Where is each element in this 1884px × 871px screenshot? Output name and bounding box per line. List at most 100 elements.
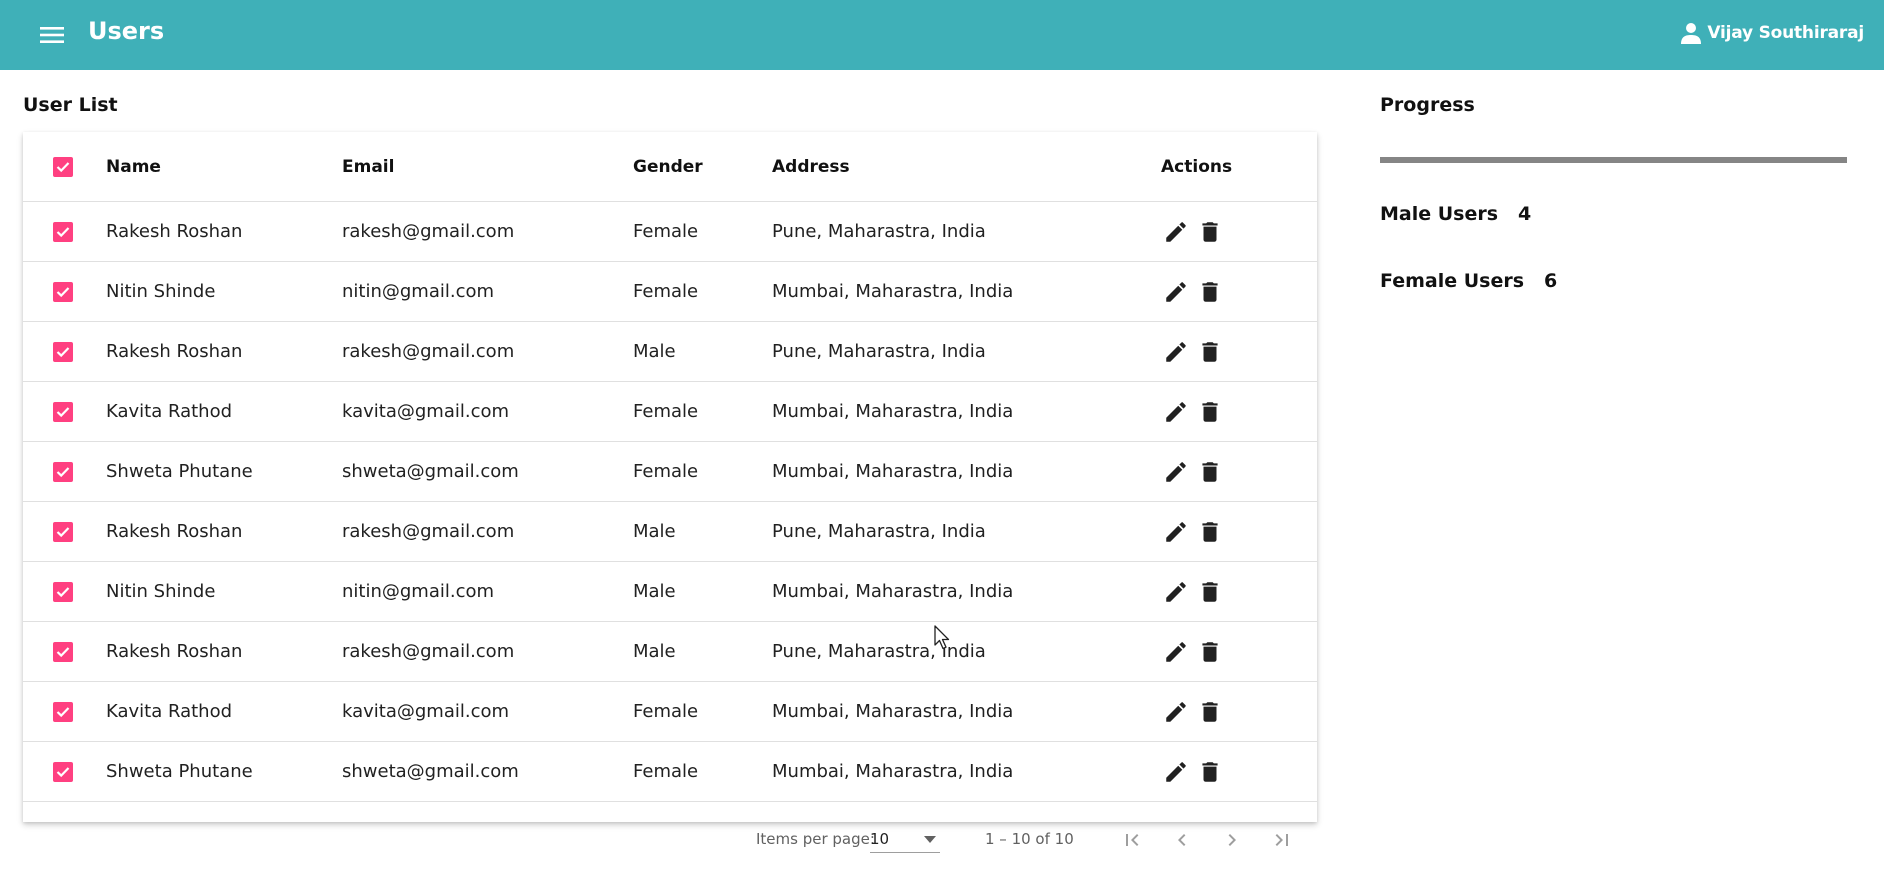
edit-button[interactable] [1161,337,1191,367]
cell-email: nitin@gmail.com [342,281,495,302]
cell-gender: Female [633,221,699,242]
cell-gender: Male [633,521,676,542]
check-icon [56,586,70,597]
cell-address: Pune, Maharastra, India [772,341,986,362]
row-checkbox[interactable] [53,701,73,722]
check-icon [56,286,70,297]
row-checkbox[interactable] [53,461,73,482]
table-row: Rakesh Roshan rakesh@gmail.com Female Pu… [23,202,1317,262]
check-icon [56,706,70,717]
page-range-label: 1 – 10 of 10 [985,830,1074,848]
progress-bar [1380,157,1847,163]
table-row: Shweta Phutane shweta@gmail.com Female M… [23,442,1317,502]
check-icon [56,766,70,777]
edit-button[interactable] [1161,457,1191,487]
cell-address: Mumbai, Maharastra, India [772,461,1014,482]
delete-button[interactable] [1195,397,1225,427]
table-header-row: Name Email Gender Address Actions [23,132,1317,202]
delete-button[interactable] [1195,757,1225,787]
check-icon [56,161,70,172]
check-icon [56,526,70,537]
cell-gender: Male [633,641,676,662]
table-row: Rakesh Roshan rakesh@gmail.com Male Pune… [23,622,1317,682]
cell-name: Shweta Phutane [106,461,253,482]
table-row: Rakesh Roshan rakesh@gmail.com Male Pune… [23,502,1317,562]
chevron-right-icon [1228,834,1236,846]
cell-gender: Female [633,401,699,422]
next-page-button[interactable] [1216,824,1248,856]
edit-button[interactable] [1161,637,1191,667]
last-page-button[interactable] [1266,824,1298,856]
delete-button[interactable] [1195,577,1225,607]
table-row: Kavita Rathod kavita@gmail.com Female Mu… [23,682,1317,742]
check-icon [56,466,70,477]
column-header-address[interactable]: Address [772,132,850,201]
delete-button[interactable] [1195,637,1225,667]
row-checkbox[interactable] [53,221,73,242]
row-checkbox[interactable] [53,581,73,602]
delete-button[interactable] [1195,517,1225,547]
trash-icon [1202,641,1218,662]
edit-button[interactable] [1161,577,1191,607]
check-icon [56,226,70,237]
edit-button[interactable] [1161,217,1191,247]
trash-icon [1202,701,1218,722]
female-users-count: 6 [1544,270,1558,292]
first-page-button[interactable] [1116,824,1148,856]
cell-address: Mumbai, Maharastra, India [772,281,1014,302]
cell-email: shweta@gmail.com [342,761,519,782]
pencil-icon [1166,761,1186,782]
cell-name: Kavita Rathod [106,401,233,422]
row-checkbox[interactable] [53,641,73,662]
pencil-icon [1166,401,1186,422]
row-checkbox[interactable] [53,401,73,422]
trash-icon [1202,341,1218,362]
user-menu[interactable]: Vijay Southiraraj [1679,18,1864,48]
cell-address: Pune, Maharastra, India [772,221,986,242]
mouse-cursor-icon [934,625,950,650]
cell-name: Nitin Shinde [106,281,216,302]
delete-button[interactable] [1195,337,1225,367]
cell-gender: Female [633,281,699,302]
select-all-checkbox[interactable] [53,156,73,177]
table-row: Nitin Shinde nitin@gmail.com Male Mumbai… [23,562,1317,622]
edit-button[interactable] [1161,397,1191,427]
column-header-name[interactable]: Name [106,132,161,201]
items-per-page-select[interactable]: 10 [870,827,940,853]
table-row: Kavita Rathod kavita@gmail.com Female Mu… [23,382,1317,442]
pencil-icon [1166,461,1186,482]
trash-icon [1202,281,1218,302]
items-per-page-label: Items per page: [756,830,875,848]
edit-button[interactable] [1161,697,1191,727]
chevron-left-icon [1178,834,1186,846]
delete-button[interactable] [1195,217,1225,247]
trash-icon [1202,521,1218,542]
row-checkbox[interactable] [53,341,73,362]
row-checkbox[interactable] [53,761,73,782]
cell-gender: Male [633,581,676,602]
delete-button[interactable] [1195,457,1225,487]
pencil-icon [1166,341,1186,362]
delete-button[interactable] [1195,697,1225,727]
female-users-label: Female Users [1380,270,1525,292]
check-icon [56,646,70,657]
menu-button[interactable] [34,17,70,53]
cell-email: rakesh@gmail.com [342,341,515,362]
column-header-gender[interactable]: Gender [633,132,703,201]
pencil-icon [1166,641,1186,662]
delete-button[interactable] [1195,277,1225,307]
column-header-email[interactable]: Email [342,132,394,201]
previous-page-button[interactable] [1166,824,1198,856]
cell-name: Rakesh Roshan [106,641,243,662]
cell-name: Rakesh Roshan [106,221,243,242]
edit-button[interactable] [1161,517,1191,547]
edit-button[interactable] [1161,277,1191,307]
trash-icon [1202,581,1218,602]
cell-address: Mumbai, Maharastra, India [772,701,1014,722]
row-checkbox[interactable] [53,521,73,542]
row-checkbox[interactable] [53,281,73,302]
edit-button[interactable] [1161,757,1191,787]
check-icon [56,406,70,417]
female-users-stat: Female Users 6 [1380,270,1557,292]
trash-icon [1202,401,1218,422]
